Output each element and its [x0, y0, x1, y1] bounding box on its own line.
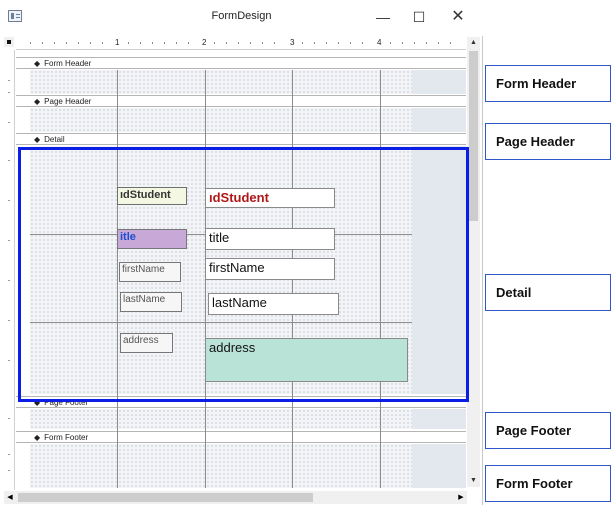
vertical-ruler — [4, 50, 15, 490]
ruler-number: 2 — [202, 38, 207, 47]
horizontal-scroll-thumb[interactable] — [18, 493, 313, 502]
form-footer-bar[interactable]: ◆ Form Footer — [16, 431, 466, 443]
vertical-scroll-thumb[interactable] — [469, 51, 478, 221]
section-arrow-icon: ◆ — [34, 97, 41, 106]
form-footer-label: Form Footer — [44, 433, 89, 442]
callout-page-header: Page Header — [485, 123, 611, 160]
callout-form-header: Form Header — [485, 65, 611, 102]
page-header-bar[interactable]: ◆ Page Header — [16, 95, 466, 107]
ruler-number: 4 — [377, 38, 382, 47]
scroll-left-icon[interactable]: ◀ — [4, 491, 16, 504]
scroll-up-icon[interactable]: ▲ — [467, 37, 480, 49]
ruler-number: 3 — [290, 38, 295, 47]
section-arrow-icon: ◆ — [34, 433, 41, 442]
page-header-label: Page Header — [44, 97, 92, 106]
maximize-button[interactable]: ☐ — [404, 6, 434, 28]
callout-page-footer: Page Footer — [485, 412, 611, 449]
detail-selection-highlight — [18, 147, 469, 402]
section-arrow-icon: ◆ — [34, 59, 41, 68]
close-button[interactable]: ✕ — [443, 6, 473, 28]
detail-label: Detail — [44, 135, 65, 144]
form-header-grid[interactable] — [30, 70, 412, 94]
form-header-bar[interactable]: ◆ Form Header — [16, 57, 466, 69]
form-footer-grid[interactable] — [30, 444, 412, 488]
form-header-margin — [412, 70, 466, 94]
callout-detail: Detail — [485, 274, 611, 311]
scroll-down-icon[interactable]: ▼ — [467, 475, 480, 487]
ruler-number: 1 — [115, 38, 120, 47]
page-footer-margin — [412, 409, 466, 429]
form-selector[interactable] — [4, 37, 14, 47]
callout-form-footer: Form Footer — [485, 465, 611, 502]
minimize-button[interactable]: — — [368, 6, 398, 28]
section-arrow-icon: ◆ — [34, 135, 41, 144]
horizontal-ruler: 1 2 3 4 — [16, 37, 466, 50]
page-header-margin — [412, 108, 466, 132]
form-header-label: Form Header — [44, 59, 92, 68]
scroll-right-icon[interactable]: ▶ — [455, 491, 467, 504]
page-footer-grid[interactable] — [30, 409, 412, 429]
form-footer-margin — [412, 444, 466, 488]
title-bar: FormDesign — ☐ ✕ — [0, 0, 483, 36]
horizontal-scrollbar[interactable]: ◀ ▶ — [4, 491, 467, 504]
detail-bar[interactable]: ◆ Detail — [16, 133, 466, 145]
page-header-grid[interactable] — [30, 108, 412, 132]
